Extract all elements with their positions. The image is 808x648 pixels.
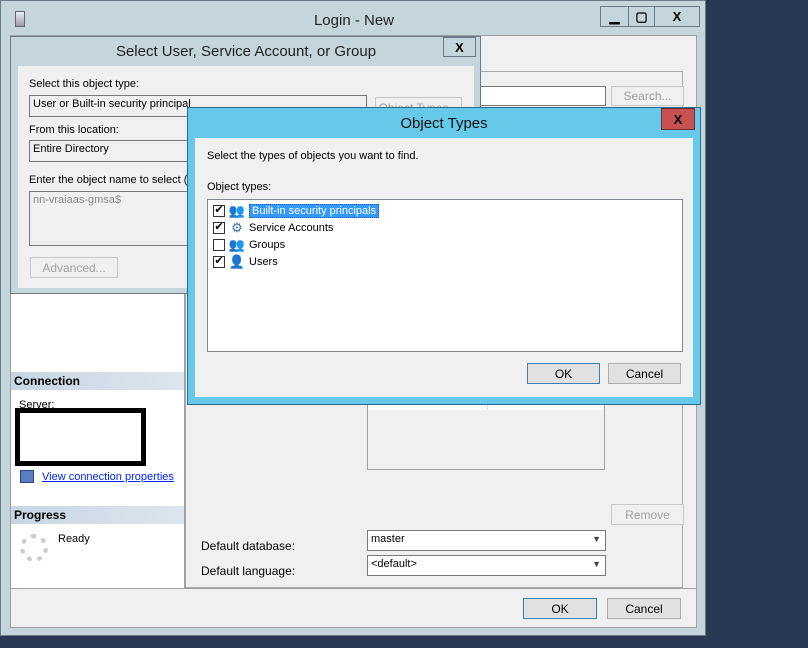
- connection-properties-icon: [20, 470, 34, 483]
- remove-button[interactable]: Remove: [611, 504, 684, 525]
- chevron-down-icon: ▼: [592, 534, 601, 544]
- object-types-label: Object types:: [207, 181, 272, 193]
- credential-table: Credential Provider: [367, 395, 605, 470]
- user-icon: 👤: [228, 253, 246, 269]
- object-type-label: Users: [249, 255, 278, 268]
- object-type-item[interactable]: ✔ 👤 Users: [213, 253, 278, 270]
- object-types-title: Object Types: [400, 115, 488, 132]
- advanced-button[interactable]: Advanced...: [30, 257, 118, 278]
- default-language-label: Default language:: [201, 564, 296, 578]
- checkbox[interactable]: ✔: [213, 255, 225, 268]
- object-type-label: Service Accounts: [249, 221, 334, 234]
- default-database-select[interactable]: master ▼: [367, 530, 606, 551]
- checkbox[interactable]: [213, 238, 225, 251]
- object-types-cancel-button[interactable]: Cancel: [608, 363, 681, 384]
- main-cancel-button[interactable]: Cancel: [607, 598, 681, 619]
- view-connection-properties-link[interactable]: View connection properties: [42, 471, 174, 483]
- select-dialog-title: Select User, Service Account, or Group: [115, 43, 377, 60]
- maximize-button[interactable]: ▢: [628, 6, 655, 27]
- object-type-label: Built-in security principals: [249, 203, 380, 218]
- close-button[interactable]: X: [654, 6, 700, 27]
- redacted-server-box: [15, 408, 146, 466]
- gear-icon: ⚙: [231, 219, 243, 235]
- object-type-label: Select this object type:: [29, 78, 140, 90]
- object-types-dialog: Object Types X Select the types of objec…: [187, 107, 701, 405]
- progress-spinner-icon: [20, 534, 48, 562]
- checkbox[interactable]: ✔: [213, 221, 225, 234]
- default-database-label: Default database:: [201, 539, 296, 553]
- chevron-down-icon: ▼: [592, 559, 601, 569]
- object-types-close-button[interactable]: X: [661, 108, 695, 130]
- security-principals-icon: 👥: [228, 202, 246, 218]
- instruction-text: Select the types of objects you want to …: [207, 150, 419, 162]
- progress-status: Ready: [58, 533, 90, 545]
- main-ok-button[interactable]: OK: [523, 598, 597, 619]
- location-label: From this location:: [29, 124, 119, 136]
- progress-header: Progress: [11, 506, 184, 524]
- checkbox[interactable]: ✔: [213, 204, 225, 217]
- group-icon: 👥: [228, 236, 246, 252]
- bottom-divider: [11, 588, 697, 589]
- minimize-button[interactable]: ▁: [600, 6, 629, 27]
- object-types-ok-button[interactable]: OK: [527, 363, 600, 384]
- default-language-select[interactable]: <default> ▼: [367, 555, 606, 576]
- object-types-content: Select the types of objects you want to …: [195, 138, 693, 397]
- default-language-value: <default>: [371, 558, 417, 570]
- object-type-item[interactable]: ✔ 👥 Built-in security principals: [213, 202, 380, 219]
- default-database-value: master: [371, 533, 405, 545]
- object-type-item[interactable]: ✔ ⚙ Service Accounts: [213, 219, 333, 236]
- object-type-item[interactable]: 👥 Groups: [213, 236, 285, 253]
- object-type-label: Groups: [249, 238, 286, 251]
- object-types-list: ✔ 👥 Built-in security principals ✔ ⚙ Service …: [207, 199, 683, 352]
- login-name-input[interactable]: [480, 86, 606, 106]
- connection-header: Connection: [11, 372, 184, 390]
- select-dialog-close-button[interactable]: X: [443, 37, 476, 57]
- search-button[interactable]: Search...: [611, 86, 684, 106]
